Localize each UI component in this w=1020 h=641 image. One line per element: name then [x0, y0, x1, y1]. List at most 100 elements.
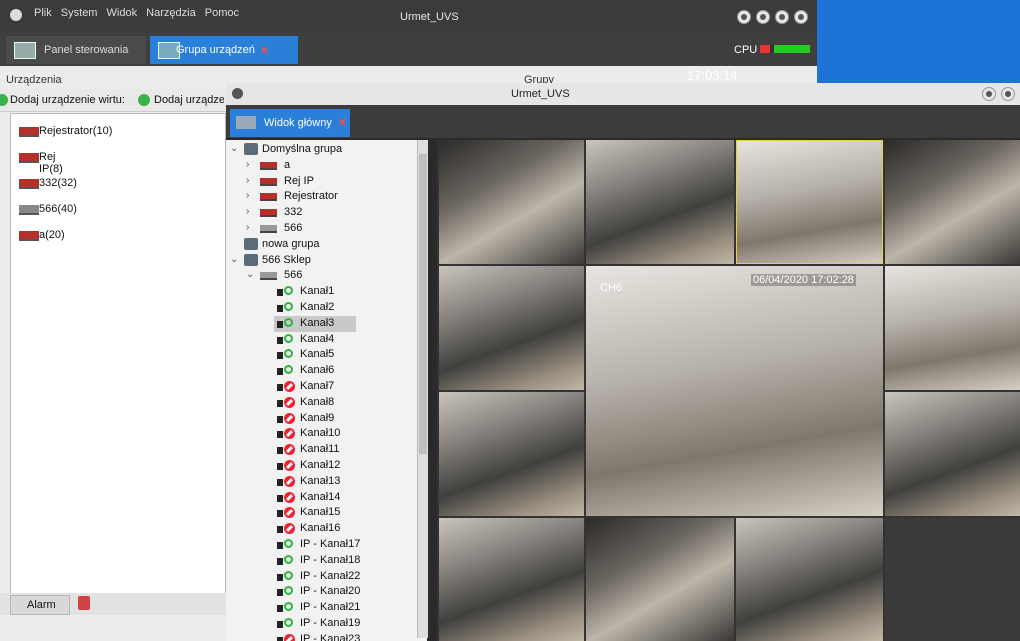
- tab-grupa-urzadzen[interactable]: Grupa urządzeń ✕: [150, 36, 298, 64]
- expand-arrow-icon[interactable]: ›: [246, 190, 249, 201]
- video-cell-7[interactable]: [885, 266, 1020, 390]
- tree-item[interactable]: Kanał3: [274, 315, 356, 332]
- video-cell-10[interactable]: [439, 518, 584, 641]
- video-cell-3[interactable]: [736, 140, 883, 264]
- camera-icon: [277, 399, 283, 407]
- video-cell-9[interactable]: [885, 392, 1020, 516]
- tree-item[interactable]: Kanał14: [274, 490, 356, 506]
- dvr-icon: [19, 231, 39, 241]
- tree-item[interactable]: IP - Kanał19: [274, 616, 360, 632]
- camera-icon: [277, 557, 283, 565]
- video-cell-empty[interactable]: [885, 518, 1020, 641]
- tree-item[interactable]: IP - Kanał17: [274, 537, 360, 553]
- menu-widok[interactable]: Widok: [107, 7, 138, 19]
- tree-item[interactable]: Kanał12: [274, 458, 356, 474]
- camera-icon: [277, 526, 283, 534]
- tree-item[interactable]: Kanał9: [274, 411, 356, 427]
- tree-item[interactable]: nowa grupa: [226, 237, 416, 253]
- tree-item[interactable]: IP - Kanał22: [274, 569, 360, 585]
- dvr-icon: [19, 179, 39, 189]
- tree-item[interactable]: Kanał2: [274, 300, 356, 316]
- camera-icon: [277, 289, 283, 297]
- video-cell-4[interactable]: [885, 140, 1020, 264]
- video-cell-main[interactable]: CH6 06/04/2020 17:02:28: [586, 266, 883, 516]
- tree-item[interactable]: Kanał4: [274, 332, 356, 348]
- tree-item[interactable]: ⌄ 566 Sklep: [226, 253, 416, 269]
- tree-item-label: nowa grupa: [262, 237, 320, 250]
- close-tab-icon[interactable]: ✕: [338, 116, 347, 129]
- scroll-thumb[interactable]: [419, 154, 427, 454]
- video-cell-5[interactable]: [439, 266, 584, 390]
- camera-online-icon: [284, 570, 293, 580]
- camera-offline-icon: [284, 491, 295, 503]
- add-virtual-device-button[interactable]: Dodaj urządzenie wirtu:: [10, 94, 125, 106]
- video-cell-11[interactable]: [586, 518, 734, 641]
- add-device-button[interactable]: Dodaj urządzenia: [154, 94, 224, 106]
- alarm-button[interactable]: Alarm: [10, 595, 70, 615]
- tree-item[interactable]: Kanał5: [274, 347, 356, 363]
- tree-item[interactable]: Kanał16: [274, 521, 356, 537]
- tab-widok-glowny[interactable]: Widok główny ✕: [230, 109, 350, 137]
- collapse-arrow-icon[interactable]: ⌄: [246, 269, 254, 280]
- tree-item[interactable]: IP - Kanał21: [274, 600, 360, 616]
- minimize-icon[interactable]: [756, 10, 770, 24]
- video-cell-1[interactable]: [439, 140, 584, 264]
- tree-item[interactable]: › 566: [226, 221, 416, 237]
- close-tab-icon[interactable]: ✕: [260, 44, 269, 57]
- tree-item[interactable]: › Rej IP: [226, 174, 416, 190]
- main-view-window: Urmet_UVS Widok główny ✕ ⌄ Domyślna grupa…: [226, 83, 1020, 641]
- minimize-icon[interactable]: [1001, 87, 1015, 101]
- alarm-mute-icon[interactable]: [78, 596, 90, 610]
- tree-item[interactable]: IP - Kanał18: [274, 553, 360, 569]
- expand-arrow-icon[interactable]: ›: [246, 222, 249, 233]
- tree-item[interactable]: ⌄ 566: [226, 268, 416, 284]
- video-cell-2[interactable]: [586, 140, 734, 264]
- tree-item[interactable]: Kanał8: [274, 395, 356, 411]
- tree-item[interactable]: › 332: [226, 205, 416, 221]
- tree-item[interactable]: IP - Kanał23: [274, 632, 360, 641]
- alarm-label: Alarm: [27, 599, 56, 611]
- lock-icon[interactable]: [982, 87, 996, 101]
- collapse-arrow-icon[interactable]: ⌄: [230, 254, 238, 265]
- device-label: Rejestrator(10): [39, 125, 113, 137]
- tree-item[interactable]: › a: [226, 158, 416, 174]
- tree-item[interactable]: IP - Kanał20: [274, 584, 360, 600]
- camera-icon: [277, 573, 283, 581]
- expand-arrow-icon[interactable]: ›: [246, 175, 249, 186]
- tree-item-label: a: [284, 158, 291, 171]
- menu-plik[interactable]: Plik: [34, 7, 52, 19]
- tree-item[interactable]: Kanał10: [274, 426, 356, 442]
- tab-panel-sterowania[interactable]: Panel sterowania: [6, 36, 146, 64]
- tree-item[interactable]: Kanał6: [274, 363, 356, 379]
- close-icon[interactable]: [794, 10, 808, 24]
- device-tree: ⌄ Domyślna grupa › a › Rej IP › Rejestrator › 332…: [226, 140, 427, 641]
- collapse-arrow-icon[interactable]: ⌄: [230, 143, 238, 154]
- camera-icon: [277, 447, 283, 455]
- expand-arrow-icon[interactable]: ›: [246, 206, 249, 217]
- video-cell-8[interactable]: [439, 392, 584, 516]
- video-cell-12[interactable]: [736, 518, 883, 641]
- tree-item[interactable]: Kanał15: [274, 505, 356, 521]
- tree-item[interactable]: ⌄ Domyślna grupa: [226, 142, 416, 158]
- camera-offline-icon: [284, 523, 295, 535]
- tree-item-label: Kanał12: [300, 459, 341, 471]
- tree-scrollbar[interactable]: [417, 140, 428, 638]
- tree-item[interactable]: Kanał1: [274, 284, 356, 300]
- camera-offline-icon: [284, 444, 295, 456]
- maximize-icon[interactable]: [775, 10, 789, 24]
- menu-pomoc[interactable]: Pomoc: [205, 7, 239, 19]
- menu-system[interactable]: System: [61, 7, 98, 19]
- camera-icon: [277, 478, 283, 486]
- lock-icon[interactable]: [737, 10, 751, 24]
- tree-item-label: Kanał8: [300, 395, 335, 408]
- camera-online-icon: [284, 333, 293, 343]
- tree-item[interactable]: Kanał11: [274, 442, 356, 458]
- group-icon: [244, 253, 258, 266]
- camera-icon: [277, 636, 283, 641]
- camera-offline-icon: [284, 381, 295, 392]
- expand-arrow-icon[interactable]: ›: [246, 159, 249, 170]
- tree-item[interactable]: › Rejestrator: [226, 189, 416, 205]
- menu-narzedzia[interactable]: Narzędzia: [146, 7, 196, 19]
- tree-item[interactable]: Kanał7: [274, 379, 356, 395]
- tree-item[interactable]: Kanał13: [274, 474, 356, 490]
